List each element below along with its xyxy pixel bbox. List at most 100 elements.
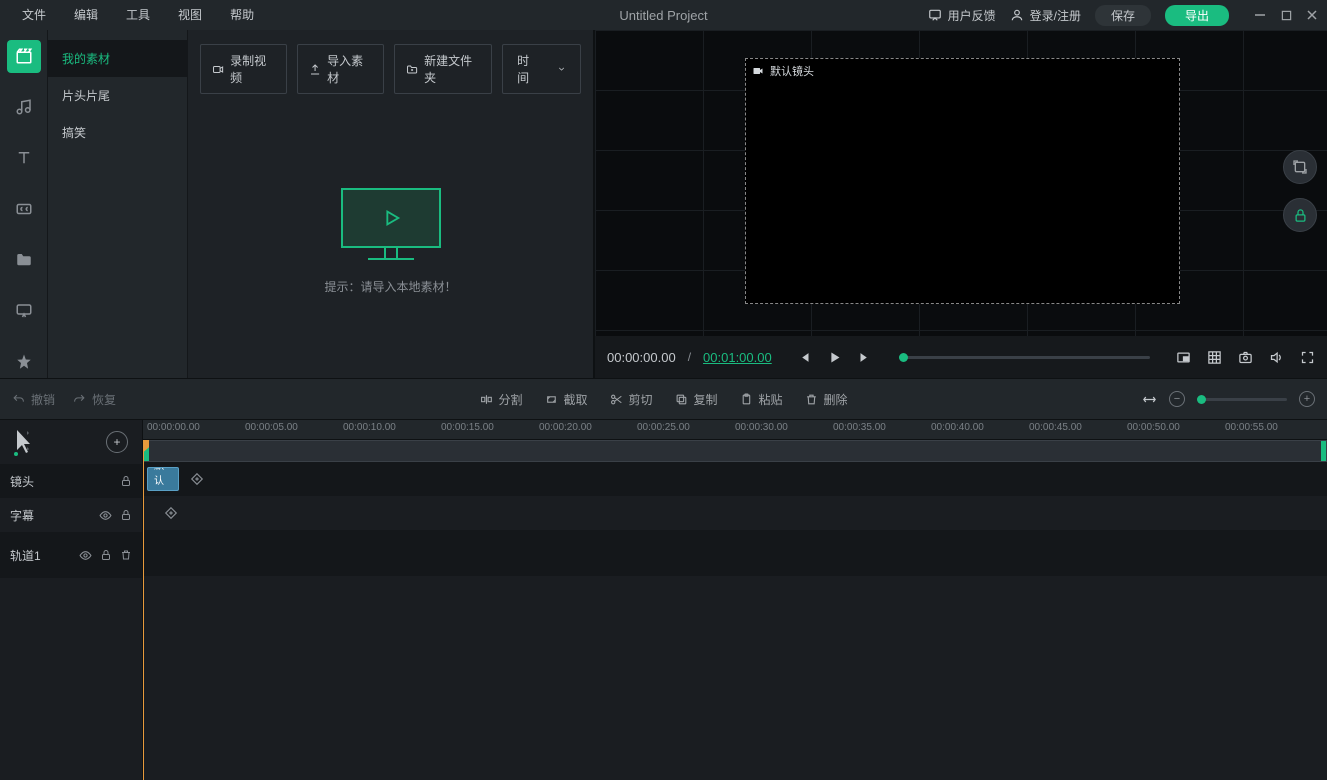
ruler-tick: 00:00:40.00 [931,422,984,433]
grid-button[interactable] [1207,350,1222,365]
clip-default[interactable]: 默认镜 [147,467,179,491]
eye-icon[interactable] [99,509,112,522]
zoom-out-button[interactable]: − [1169,391,1185,407]
new-folder-button[interactable]: 新建文件夹 [394,44,492,94]
comment-tab-icon[interactable] [7,294,41,327]
diamond-plus-icon [190,472,204,486]
maximize-button[interactable] [1279,8,1293,22]
preview-canvas[interactable]: 默认镜头 [745,58,1180,304]
menu-view[interactable]: 视图 [164,0,216,30]
time-ruler[interactable]: 00:00:00.00 00:00:05.00 00:00:10.00 00:0… [143,420,1327,440]
preview-panel: 默认镜头 00:00:00.00 / 00:01:00.00 [595,30,1327,378]
category-openings[interactable]: 片头片尾 [48,77,187,114]
chat-icon [928,8,942,22]
audio-tab-icon[interactable] [7,91,41,124]
chevron-down-icon [557,64,566,74]
export-button[interactable]: 导出 [1165,5,1229,26]
feedback-button[interactable]: 用户反馈 [928,7,996,24]
top-right-area: 用户反馈 登录/注册 保存 导出 [928,5,1319,26]
delete-button[interactable]: 删除 [805,391,848,408]
snapshot-button[interactable] [1238,350,1253,365]
minimize-button[interactable] [1253,8,1267,22]
copy-button[interactable]: 复制 [675,391,718,408]
prev-button[interactable] [796,350,811,365]
add-keyframe-subtitle[interactable] [163,505,179,521]
diamond-plus-icon [164,506,178,520]
text-tab-icon[interactable] [7,142,41,175]
menu-tools[interactable]: 工具 [112,0,164,30]
menu-help[interactable]: 帮助 [216,0,268,30]
split-button[interactable]: 分割 [479,391,522,408]
preview-viewport[interactable]: 默认镜头 [595,30,1327,336]
folder-tab-icon[interactable] [7,243,41,276]
cut-button[interactable]: 剪切 [609,391,652,408]
close-button[interactable] [1305,8,1319,22]
trash-small-icon[interactable] [120,549,132,561]
redo-button[interactable]: 恢复 [73,391,116,408]
track-header-top: + [0,420,142,464]
monitor-illustration [341,188,441,260]
category-funny[interactable]: 搞笑 [48,114,187,151]
login-button[interactable]: 登录/注册 [1010,7,1081,24]
add-track-button[interactable]: + [106,431,128,453]
fullscreen-button[interactable] [1300,350,1315,365]
scrubber-left-handle[interactable] [144,441,149,461]
scissors-icon [609,393,622,406]
grid-icon [1207,350,1222,365]
zoom-in-button[interactable]: + [1299,391,1315,407]
comment-icon [15,302,33,320]
timeline-cursor-icon[interactable] [14,428,30,456]
zoom-handle[interactable] [1197,395,1206,404]
undo-redo-group: 撤销 恢复 [12,391,116,408]
sort-select[interactable]: 时间 [502,44,581,94]
camera-icon [1238,350,1253,365]
volume-button[interactable] [1269,350,1284,365]
empty-hint: 提示：请导入本地素材！ [324,278,456,295]
project-title: Untitled Project [619,8,707,23]
caption-tab-icon[interactable] [7,193,41,226]
save-button[interactable]: 保存 [1095,5,1151,26]
paste-button[interactable]: 粘贴 [740,391,783,408]
scrubber-right-handle[interactable] [1321,441,1326,461]
undo-button[interactable]: 撤销 [12,391,55,408]
lock-small-icon[interactable] [100,549,112,561]
lock-icon [1293,208,1308,223]
next-button[interactable] [858,350,873,365]
crop-button[interactable]: 截取 [544,391,587,408]
preview-progress[interactable] [899,356,1150,359]
play-button[interactable] [827,350,842,365]
effects-tab-icon[interactable] [7,345,41,378]
track-row-track1[interactable] [143,530,1327,576]
subtitle-track-icons [99,509,132,522]
feedback-label: 用户反馈 [948,7,996,24]
menu-edit[interactable]: 编辑 [60,0,112,30]
pip-button[interactable] [1176,350,1191,365]
import-button[interactable]: 导入素材 [297,44,384,94]
category-my-media[interactable]: 我的素材 [48,40,187,77]
time-total[interactable]: 00:01:00.00 [703,350,772,365]
track-row-shot[interactable]: 默认镜 [143,462,1327,496]
media-panel: 录制视频 导入素材 新建文件夹 时间 提示：请 [188,30,595,378]
media-tab-icon[interactable] [7,40,41,73]
playback-buttons [796,350,873,365]
lock-small-icon[interactable] [120,509,132,521]
time-current: 00:00:00.00 [607,350,676,365]
lock-small-icon[interactable] [120,475,132,487]
record-button[interactable]: 录制视频 [200,44,287,94]
main-menu: 文件 编辑 工具 视图 帮助 [8,0,268,30]
lock-button[interactable] [1283,198,1317,232]
zoom-slider[interactable] [1197,398,1287,401]
menu-file[interactable]: 文件 [8,0,60,30]
add-keyframe-shot[interactable] [189,471,205,487]
ruler-tick: 00:00:30.00 [735,422,788,433]
volume-icon [1269,350,1284,365]
fit-button[interactable] [1283,150,1317,184]
scrubber-bar[interactable] [143,440,1327,462]
eye-icon[interactable] [79,549,92,562]
track-row-subtitle[interactable] [143,496,1327,530]
progress-handle[interactable] [899,353,908,362]
paste-icon [740,393,753,406]
fit-timeline-button[interactable] [1142,392,1157,407]
record-label: 录制视频 [230,52,275,86]
play-triangle-icon [380,207,402,229]
